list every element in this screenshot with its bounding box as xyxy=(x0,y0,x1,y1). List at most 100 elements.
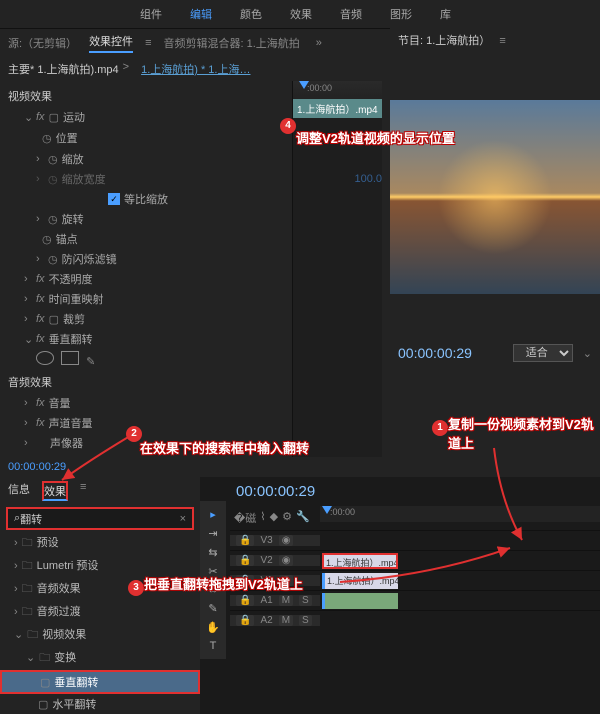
expand-icon[interactable]: › xyxy=(36,153,48,165)
snap-icon[interactable]: �磁 xyxy=(234,510,256,526)
slip-tool-icon[interactable]: ↔ xyxy=(200,581,226,599)
folder-lumetri[interactable]: ›🗀Lumetri 预设 xyxy=(0,555,200,578)
panel-menu-icon[interactable]: ≡ xyxy=(145,37,151,49)
expand-icon[interactable]: › xyxy=(24,313,36,325)
stopwatch-icon[interactable]: ◷ xyxy=(42,233,52,246)
track-label[interactable]: A1 xyxy=(260,595,272,606)
track-label[interactable]: V2 xyxy=(260,555,272,566)
stopwatch-icon[interactable]: ◷ xyxy=(42,132,52,145)
lock-icon[interactable]: 🔒 xyxy=(236,615,254,626)
effect-horizontal-flip[interactable]: ▢水平翻转 xyxy=(0,694,200,714)
uniform-scale-checkbox[interactable]: ✓ xyxy=(108,193,120,205)
hand-tool-icon[interactable]: ✋ xyxy=(200,618,226,637)
effect-vertical-flip[interactable]: ▢垂直翻转 xyxy=(0,670,200,694)
expand-icon[interactable]: › xyxy=(36,213,48,225)
track-v1-body[interactable]: 1.上海航拍）.mp4 xyxy=(320,571,600,590)
ellipse-mask-icon[interactable] xyxy=(36,351,54,365)
stopwatch-icon[interactable]: ◷ xyxy=(48,153,58,166)
annotation-badge-4: 4 xyxy=(280,118,296,134)
tab-source-monitor[interactable]: 源:（无剪辑） xyxy=(8,35,77,51)
tab-graphics[interactable]: 图形 xyxy=(390,6,412,22)
stopwatch-icon[interactable]: ◷ xyxy=(48,253,58,266)
pen-mask-icon[interactable]: ✎ xyxy=(86,355,104,369)
marker-icon[interactable]: ◆ xyxy=(270,510,278,526)
lock-icon[interactable]: 🔒 xyxy=(236,595,254,606)
fx-timecode[interactable]: 00:00:00:29 xyxy=(0,457,390,477)
expand-icon[interactable]: › xyxy=(36,253,48,265)
expand-icon[interactable]: › xyxy=(24,273,36,285)
panel-menu-icon[interactable]: ≡ xyxy=(499,35,505,47)
tab-assembly[interactable]: 组件 xyxy=(140,6,162,22)
expand-icon[interactable]: › xyxy=(24,293,36,305)
overflow-icon[interactable]: » xyxy=(316,37,322,49)
panel-menu-icon[interactable]: ≡ xyxy=(80,481,86,501)
tab-info[interactable]: 信息 xyxy=(8,481,30,501)
track-label[interactable]: A2 xyxy=(260,615,272,626)
track-select-tool-icon[interactable]: ⇥ xyxy=(200,524,226,543)
track-v3-body[interactable] xyxy=(320,531,600,550)
folder-video-fx[interactable]: ⌄🗀视频效果 xyxy=(0,624,200,647)
wrench-icon[interactable]: 🔧 xyxy=(296,510,310,526)
folder-audio-fx[interactable]: ›🗀音频效果 xyxy=(0,578,200,601)
chevron-down-icon[interactable]: ⌄ xyxy=(583,347,592,360)
expand-icon[interactable]: › xyxy=(24,437,36,449)
tab-effects[interactable]: 效果 xyxy=(290,6,312,22)
ripple-tool-icon[interactable]: ⇆ xyxy=(200,543,226,562)
expand-icon[interactable]: ⌄ xyxy=(24,111,36,124)
track-a2-body[interactable] xyxy=(320,611,600,630)
mute-icon[interactable]: M xyxy=(279,595,293,606)
track-v1: 🔒 V1 ◉ 1.上海航拍）.mp4 xyxy=(230,570,600,590)
effects-search[interactable]: ⌕ × xyxy=(6,507,194,530)
lock-icon[interactable]: 🔒 xyxy=(236,555,254,566)
crop-direct-icon[interactable]: ▢ xyxy=(49,313,59,326)
clip-path-header: 主要* 1.上海航拍).mp4 > 1.上海航拍) * 1.上海… xyxy=(0,57,390,81)
tab-color[interactable]: 颜色 xyxy=(240,6,262,22)
tab-audio[interactable]: 音频 xyxy=(340,6,362,22)
pen-tool-icon[interactable]: ✎ xyxy=(200,599,226,618)
rect-mask-icon[interactable] xyxy=(61,351,79,365)
toggle-output-icon[interactable]: ◉ xyxy=(279,555,294,566)
program-monitor-preview[interactable] xyxy=(390,100,600,294)
tab-audio-mixer[interactable]: 音频剪辑混合器: 1.上海航拍 xyxy=(163,35,299,51)
solo-icon[interactable]: S xyxy=(299,615,312,626)
clip-v1[interactable]: 1.上海航拍）.mp4 xyxy=(322,573,398,589)
zoom-fit-select[interactable]: 适合 xyxy=(513,344,573,362)
expand-icon[interactable]: › xyxy=(24,397,36,409)
selection-tool-icon[interactable]: ▸ xyxy=(200,505,226,524)
program-timecode[interactable]: 00:00:00:29 xyxy=(398,345,472,361)
clear-search-icon[interactable]: × xyxy=(180,513,186,525)
tab-effects-panel[interactable]: 效果 xyxy=(42,481,68,501)
mute-icon[interactable]: M xyxy=(279,615,293,626)
track-label[interactable]: V1 xyxy=(260,575,272,586)
folder-presets[interactable]: ›🗀预设 xyxy=(0,532,200,555)
tab-library[interactable]: 库 xyxy=(440,6,451,22)
settings-icon[interactable]: ⚙ xyxy=(282,510,292,526)
toggle-output-icon[interactable]: ◉ xyxy=(279,535,294,546)
effects-search-input[interactable] xyxy=(20,513,179,525)
toggle-output-icon[interactable]: ◉ xyxy=(279,575,294,586)
folder-audio-trans[interactable]: ›🗀音频过渡 xyxy=(0,601,200,624)
solo-icon[interactable]: S xyxy=(299,595,312,606)
expand-icon[interactable]: › xyxy=(24,417,36,429)
motion-direct-icon[interactable]: ▢ xyxy=(49,111,59,124)
track-a1-body[interactable] xyxy=(320,591,600,610)
lock-icon[interactable]: 🔒 xyxy=(236,535,254,546)
fx-time-ruler[interactable]: :00:00 xyxy=(293,81,382,99)
timeline-ruler[interactable]: :00:00 xyxy=(320,506,600,522)
master-clip-label: 主要* 1.上海航拍).mp4 xyxy=(8,61,119,77)
sequence-clip-link[interactable]: 1.上海航拍) * 1.上海… xyxy=(141,61,250,77)
type-tool-icon[interactable]: T xyxy=(200,637,226,655)
stopwatch-icon[interactable]: ◷ xyxy=(48,213,58,226)
lock-icon[interactable]: 🔒 xyxy=(236,575,254,586)
folder-transform[interactable]: ⌄🗀变换 xyxy=(0,647,200,670)
tab-effect-controls[interactable]: 效果控件 xyxy=(89,33,133,53)
clip-v2[interactable]: 1.上海航拍）.mp4 [V xyxy=(322,553,398,569)
track-label[interactable]: V3 xyxy=(260,535,272,546)
tab-edit[interactable]: 编辑 xyxy=(190,6,212,22)
link-icon[interactable]: ⌇ xyxy=(260,510,265,526)
timeline-timecode[interactable]: 00:00:00:29 xyxy=(236,483,315,500)
clip-a1[interactable] xyxy=(322,593,398,609)
track-v2-body[interactable]: 1.上海航拍）.mp4 [V xyxy=(320,551,600,570)
expand-icon[interactable]: ⌄ xyxy=(24,333,36,346)
razor-tool-icon[interactable]: ✂ xyxy=(200,562,226,581)
